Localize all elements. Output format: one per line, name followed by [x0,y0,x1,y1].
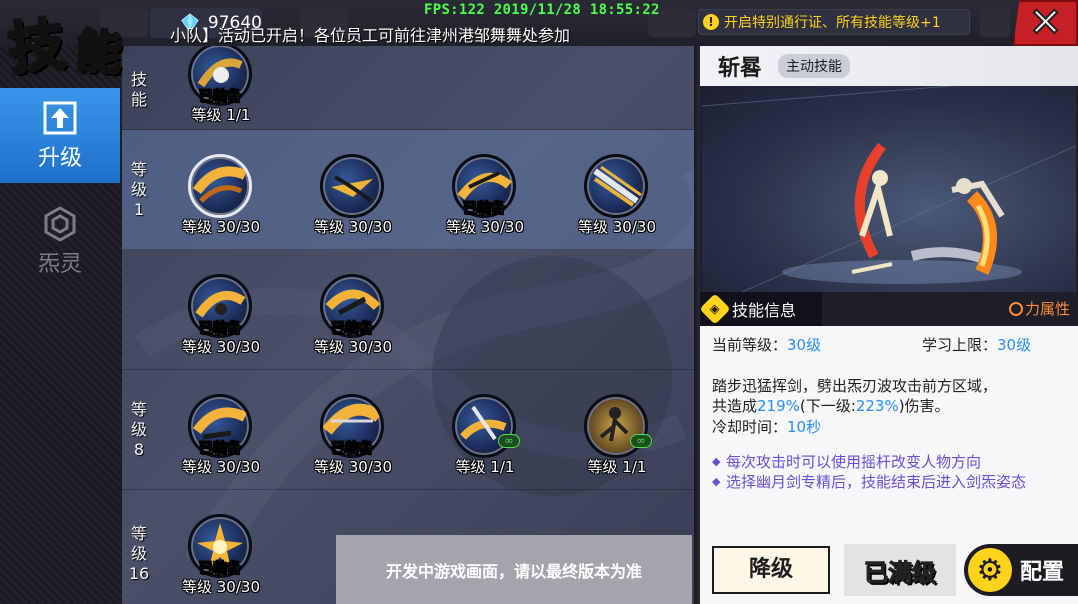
row-label: 等 级 8 [130,400,147,459]
skill-level: 等级 30/30 [446,218,524,236]
skill-level: 等级 30/30 [182,218,260,236]
fps-debug-readout: FPS:122 2019/11/28 18:55:22 [424,2,660,18]
skill-level: 等级 30/30 [182,578,260,596]
tab-upgrade[interactable]: 升级 [0,88,120,183]
config-button[interactable]: ⚙ 配置 [964,544,1078,596]
info-diamond-icon: ◈ [699,293,731,325]
skill-row: 已装备 等级 30/30 已装备 等级 30/30 [122,250,698,370]
close-button[interactable]: ✕ [1013,0,1078,46]
skill-icon [188,154,252,218]
close-x-icon: ✕ [1028,0,1063,46]
maxed-level-button[interactable]: 已满级 [844,544,956,596]
downgrade-button[interactable]: 降级 [712,546,830,594]
skill-level: 等级 30/30 [314,218,392,236]
gear-icon: ⚙ [968,548,1012,592]
hexagon-spirit-icon [44,206,76,242]
skill-level: 等级 1/1 [455,458,515,476]
skill-level: 等级 1/1 [191,106,251,124]
panel-divider [694,46,700,604]
skill-row: 等 级 1 等级 30/30 等级 30/30 已装备 等级 30/30 等级 … [122,130,698,250]
skill-slot[interactable]: ∞ 等级 1/1 [436,394,532,504]
skill-tips: 每次攻击时可以使用摇杆改变人物方向 选择幽月剑专精后，技能结束后进入剑炁姿态 [712,452,1068,492]
topbar-slot [980,9,1010,37]
title-char: 技 [4,11,69,84]
skill-icon [452,394,516,458]
skill-row: 等 级 8 已装备 等级 30/30 已装备 等级 30/30 ∞ 等级 1/1 [122,370,698,490]
skill-info-tab: ◈ 技能信息 [699,292,822,326]
skill-icon [584,394,648,458]
page-title-logo: 技 能 [4,2,146,88]
title-char: 能 [72,22,125,82]
equipped-badge: 已装备 [331,441,374,458]
skill-type-badge: 主动技能 [778,54,850,78]
upgrade-arrow-icon [43,101,77,135]
skill-info-body: 当前等级：30级 学习上限：30级 踏步迅猛挥剑，劈出炁刃波攻击前方区域， 共造… [700,326,1078,536]
skill-description: 踏步迅猛挥剑，劈出炁刃波攻击前方区域， 共造成219%(下一级:223%)伤害。 [712,377,998,415]
max-level: 学习上限：30级 [922,336,1032,354]
skill-slot[interactable]: ∞ 等级 1/1 [568,394,664,504]
skill-preview-animation [702,86,1076,292]
skill-level: 等级 30/30 [182,338,260,356]
skill-level: 等级 30/30 [314,338,392,356]
exclamation-icon: ! [703,14,719,30]
skill-icon [584,154,648,218]
skill-icon [320,154,384,218]
skill-level: 等级 30/30 [182,458,260,476]
announcement-marquee: 小队】活动已开启！各位员工可前往津州港邹舞舞处参加 [170,26,571,45]
left-nav: 升级 炁灵 [0,46,122,604]
skill-slot[interactable]: 已装备 等级 30/30 [172,514,268,604]
dev-build-notice: 开发中游戏画面，请以最终版本为准 [336,535,692,604]
skill-slot[interactable]: 已装备 等级 30/30 [436,154,532,264]
tab-spirit-label: 炁灵 [37,252,82,277]
pass-notice[interactable]: ! 开启特别通行证、所有技能等级+1 [698,9,970,35]
equipped-badge: 已装备 [199,321,242,338]
skill-level: 等级 30/30 [578,218,656,236]
equipped-badge: 已装备 [463,201,506,218]
skill-grid: 技 能 已装备 等级 1/1 等 级 1 等级 30/30 等级 30/30 已… [122,46,698,604]
skill-detail-panel: 斩晷 主动技能 ◈ 技能信息 力属性 当前等级：30级 学习上限：30级 踏步迅… [699,46,1078,604]
row-label: 等 级 16 [128,524,150,583]
skill-slot[interactable]: 等级 30/30 [172,154,268,264]
skill-slot[interactable]: 等级 30/30 [304,154,400,264]
equipped-badge: 已装备 [199,441,242,458]
equipped-badge: 已装备 [331,321,374,338]
skill-info-header: ◈ 技能信息 力属性 [699,292,1078,326]
infinite-badge-icon: ∞ [630,434,652,448]
skill-slot[interactable]: 等级 30/30 [568,154,664,264]
pass-notice-text: 开启特别通行证、所有技能等级+1 [724,15,941,31]
skill-slot[interactable]: 已装备 等级 30/30 [304,394,400,504]
skill-row: 技 能 已装备 等级 1/1 [122,46,698,130]
skill-slot[interactable]: 已装备 等级 30/30 [172,274,268,384]
skill-level: 等级 1/1 [587,458,647,476]
skill-name: 斩晷 [718,56,763,81]
skill-info-title: 技能信息 [732,301,797,320]
tab-spirit[interactable]: 炁灵 [0,194,120,289]
strength-attribute-tag: 力属性 [1008,298,1070,319]
row-label: 等 级 1 [130,160,147,219]
tip-item: 选择幽月剑专精后，技能结束后进入剑炁姿态 [712,472,1068,492]
tab-upgrade-label: 升级 [37,146,82,171]
skill-title-band: 斩晷 主动技能 [700,46,1078,86]
cooldown: 冷却时间：10秒 [712,418,822,436]
attribute-ring-icon [1008,301,1023,316]
skill-level: 等级 30/30 [314,458,392,476]
skill-slot[interactable]: 已装备 等级 30/30 [304,274,400,384]
action-bar: 降级 已满级 ⚙ 配置 [700,536,1078,604]
equipped-badge: 已装备 [199,561,242,578]
equipped-badge: 已装备 [199,89,242,106]
infinite-badge-icon: ∞ [498,434,520,448]
current-level: 当前等级：30级 [712,336,822,354]
tip-item: 每次攻击时可以使用摇杆改变人物方向 [712,452,1068,472]
skill-slot[interactable]: 已装备 等级 30/30 [172,394,268,504]
